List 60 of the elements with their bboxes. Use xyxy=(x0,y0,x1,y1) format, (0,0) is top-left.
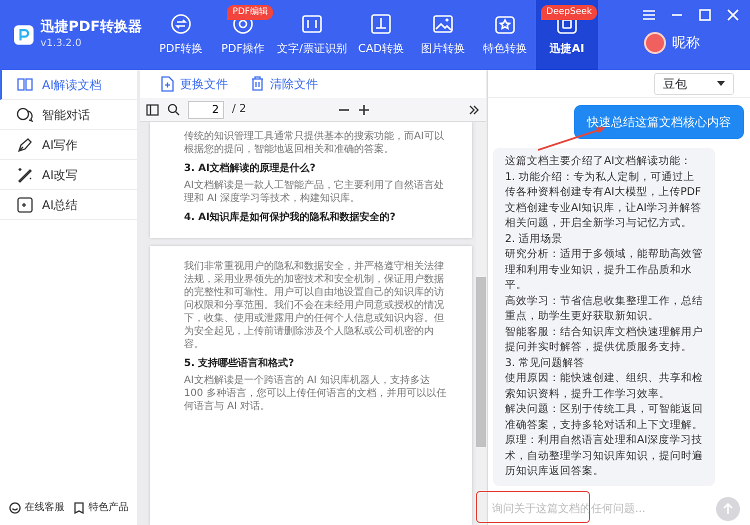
document-paragraph: 我们非常重视用户的隐私和数据安全，并严格遵守相关法律法规，采用业界领先的加密技术和安全机制，保证用户数据的完整性和可靠性。用户可以自由地设置自己的知识库的访问权限和分享范围。我们不会在未经用户同意或授权的情况下，收集、使用或泄露用户的任何个人信息或知识内容。但为安全起见，上传前请删除涉及个人隐私或公司机密的内容。 xyxy=(184,260,445,351)
app-title: 迅捷PDF转换器 xyxy=(40,19,142,36)
app-version: v1.3.2.0 xyxy=(40,36,82,51)
document-paragraph: AI文档解读是一个跨语言的 AI 知识库机器人，支持多达 100 多种语言，您可以上传任何语言的文档，并用可以以任何语言与 AI 对话。 xyxy=(184,374,448,413)
answer-paragraph: 原理：利用自然语言处理和AI深度学习技术，自动整理学习知识库知识，提问时遍历知识库返回答案。 xyxy=(505,433,704,479)
avatar[interactable] xyxy=(644,32,666,54)
document-heading: 4. AI知识库是如何保护我的隐私和数据安全的? xyxy=(184,211,396,224)
toolbar-link[interactable]: 清除文件 xyxy=(250,75,318,93)
nav-tab[interactable]: PDF转换 xyxy=(150,0,212,70)
nav-tab[interactable]: 特色转换 xyxy=(474,0,536,70)
document-heading: 5. 支持哪些语言和格式? xyxy=(184,357,296,370)
answer-paragraph: 研究分析：适用于多领域，能帮助高效管理和利用专业知识，提升工作品质和水平。 xyxy=(505,247,704,293)
document-paragraph: AI文档解读是一款人工智能产品，它主要利用了自然语言处理和 AI 深度学习等技术，构建知识库。 xyxy=(184,179,445,205)
tab-badge: PDF编辑 xyxy=(227,5,273,20)
file-plus-icon xyxy=(160,76,175,92)
double-chevron-icon[interactable] xyxy=(468,104,480,116)
scrollbar-thumb[interactable] xyxy=(476,277,486,447)
search-icon[interactable] xyxy=(167,103,180,116)
bookmark-icon xyxy=(72,502,84,514)
document-paragraph: 传统的知识管理工具通常只提供基本的搜索功能，而AI可以根据您的提问，智能地返回相关和准确的答案。 xyxy=(184,130,445,156)
page-total: / 2 xyxy=(232,101,246,118)
answer-paragraph: 2. 适用场景 xyxy=(505,232,564,246)
nav-tab[interactable]: 文字/票证识别 xyxy=(274,0,350,70)
pen-icon xyxy=(16,136,34,154)
caret-icon xyxy=(717,81,725,86)
circle-arrows-icon xyxy=(170,12,192,35)
footer-link[interactable]: 在线客服 xyxy=(8,500,64,515)
tab-badge: DeepSeek xyxy=(541,5,597,20)
toolbar-link[interactable]: 更换文件 xyxy=(160,75,228,93)
footer-link[interactable]: 特色产品 xyxy=(72,500,128,515)
nav-tab[interactable]: PDF编辑 PDF操作 xyxy=(212,0,274,70)
menu-icon[interactable] xyxy=(642,8,656,22)
quick-prompt-button[interactable]: 快速总结这篇文档核心内容 xyxy=(574,105,744,139)
chat-bubbles-icon xyxy=(16,106,34,124)
book-icon xyxy=(16,76,34,94)
answer-paragraph: 智能客服：结合知识库文档快速理解用户提问并实时解答，提供优质服务支持。 xyxy=(505,324,704,355)
nav-tab[interactable]: CAD转换 xyxy=(350,0,412,70)
sidebar-toggle-icon[interactable] xyxy=(146,104,159,116)
answer-paragraph: 解决问题：区别于传统工具，可智能返回准确答案，支持多轮对话和上下文理解。 xyxy=(505,402,704,432)
user-name[interactable]: 昵称 xyxy=(672,32,700,54)
close-icon[interactable] xyxy=(726,8,740,22)
arrow-up-icon xyxy=(723,503,733,515)
zoom-in-icon[interactable] xyxy=(358,104,370,116)
image-icon xyxy=(432,12,454,35)
frame-icon xyxy=(301,12,323,35)
nav-tab[interactable]: DeepSeek 迅捷AI xyxy=(536,0,598,70)
magic-wand-icon xyxy=(16,166,34,184)
document-heading: 3. AI文档解读的原理是什么? xyxy=(184,162,316,175)
answer-paragraph: 3. 常见问题解答 xyxy=(505,356,586,370)
trash-icon xyxy=(250,76,265,92)
model-dropdown[interactable]: 豆包 xyxy=(654,72,734,94)
answer-paragraph: 高效学习：节省信息收集整理工作，总结重点，助学生更好获取新知识。 xyxy=(505,294,704,324)
sidebar-item[interactable]: AI解读文档 xyxy=(0,70,137,100)
nav-tab[interactable]: 图片转换 xyxy=(412,0,474,70)
chat-bubble-icon xyxy=(8,502,20,514)
answer-paragraph: 这篇文档主要介绍了AI文档解读功能： xyxy=(505,154,692,169)
answer-paragraph: 使用原因：能快速创建、组织、共享和检索知识资料，提升工作学习效率。 xyxy=(505,371,704,402)
answer-paragraph: 1. 功能介绍：专为私人定制，可通过上传各种资料创建专有AI大模型，上传PDF文档创建专业AI知识库，让AI学习并解答相关问题，开启全新学习与记忆方式。 xyxy=(505,170,703,231)
maximize-icon[interactable] xyxy=(698,8,712,22)
page-number-field[interactable]: 2 xyxy=(188,100,224,118)
